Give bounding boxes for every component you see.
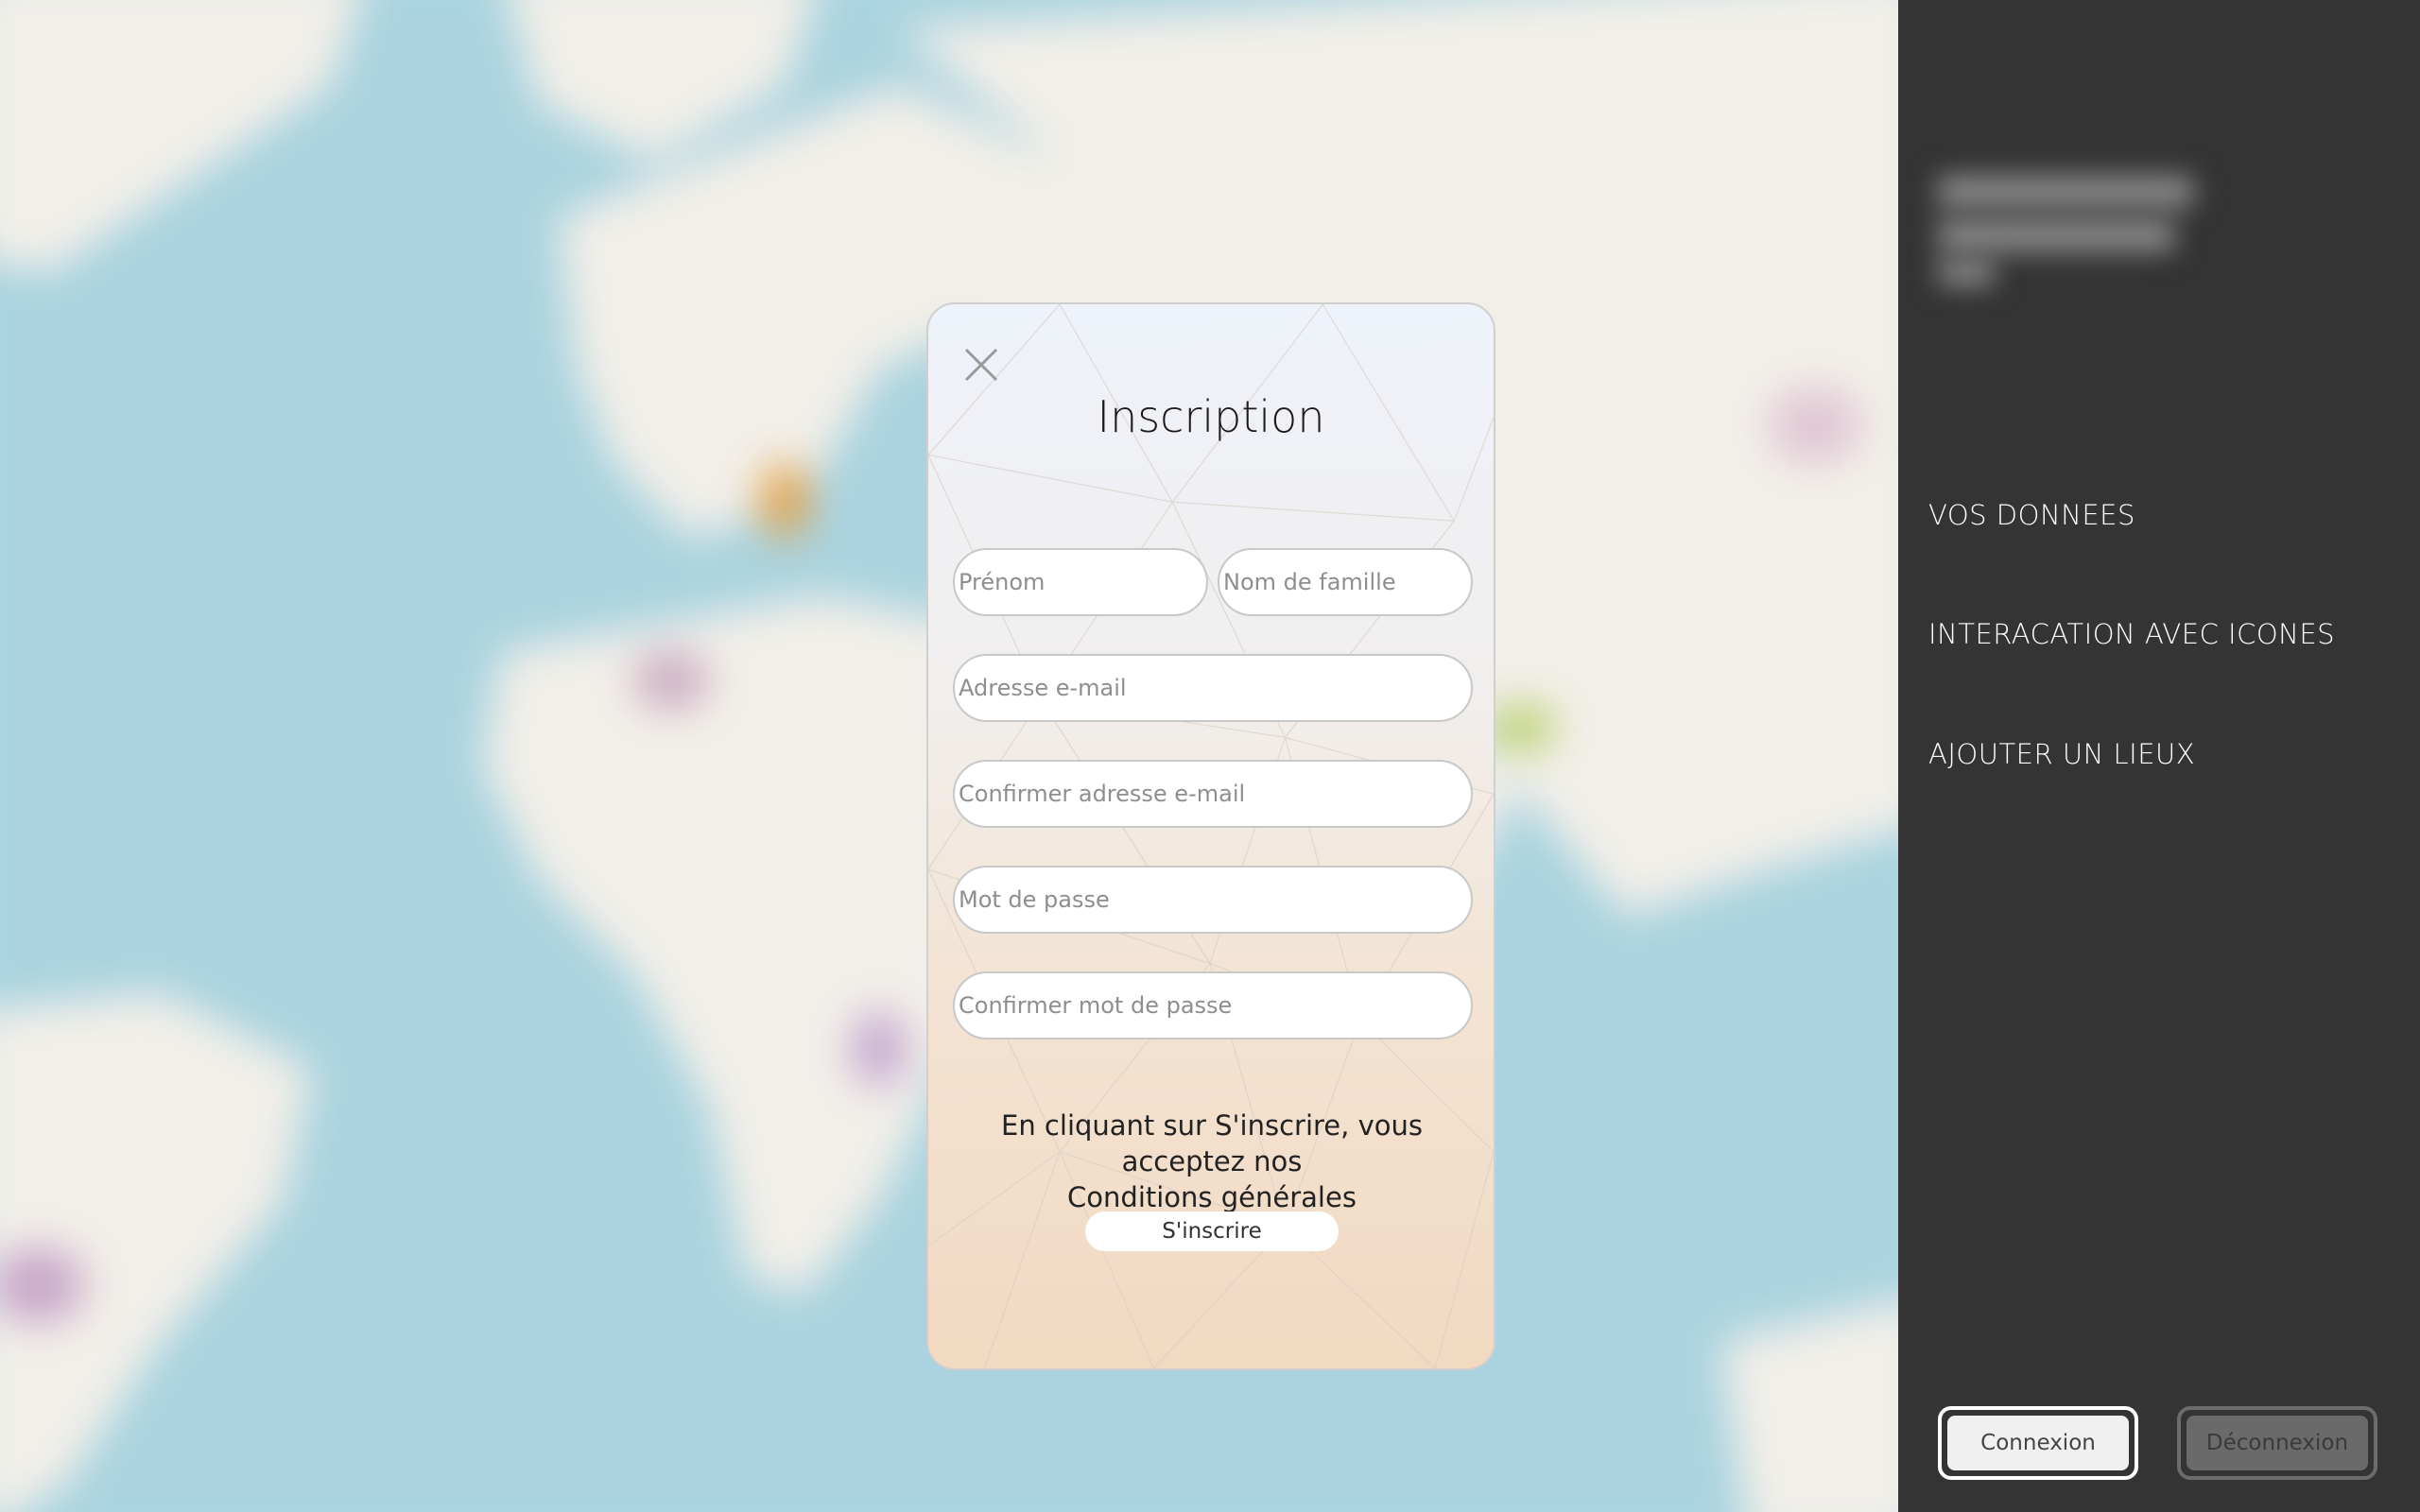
login-button[interactable]: Connexion xyxy=(1938,1406,2138,1480)
last-name-field[interactable] xyxy=(1218,548,1473,616)
modal-title: Inscription xyxy=(1097,391,1325,442)
close-icon[interactable] xyxy=(962,346,1000,384)
first-name-field[interactable] xyxy=(953,548,1208,616)
nav-item-ajouter-lieux[interactable]: AJOUTER UN LIEUX xyxy=(1928,738,2195,770)
logout-button[interactable]: Déconnexion xyxy=(2177,1406,2377,1480)
email-field[interactable] xyxy=(953,654,1473,722)
signup-modal: Inscription En cliquant sur S'inscrire, … xyxy=(926,302,1495,1370)
nav-item-vos-donnees[interactable]: VOS DONNEES xyxy=(1928,499,2135,531)
confirm-password-field[interactable] xyxy=(953,971,1473,1040)
terms-link[interactable]: Conditions générales xyxy=(1067,1181,1357,1213)
password-field[interactable] xyxy=(953,866,1473,934)
nav-item-interaction-icones[interactable]: INTERACATION AVEC ICONES xyxy=(1928,618,2335,650)
terms-text: En cliquant sur S'inscrire, vous accepte… xyxy=(947,1108,1477,1215)
logo xyxy=(1928,168,2193,291)
terms-prefix: En cliquant sur S'inscrire, vous accepte… xyxy=(1001,1109,1423,1177)
confirm-email-field[interactable] xyxy=(953,760,1473,828)
login-button-label: Connexion xyxy=(1947,1416,2129,1470)
signup-button[interactable]: S'inscrire xyxy=(1085,1211,1339,1251)
logout-button-label: Déconnexion xyxy=(2187,1416,2368,1470)
